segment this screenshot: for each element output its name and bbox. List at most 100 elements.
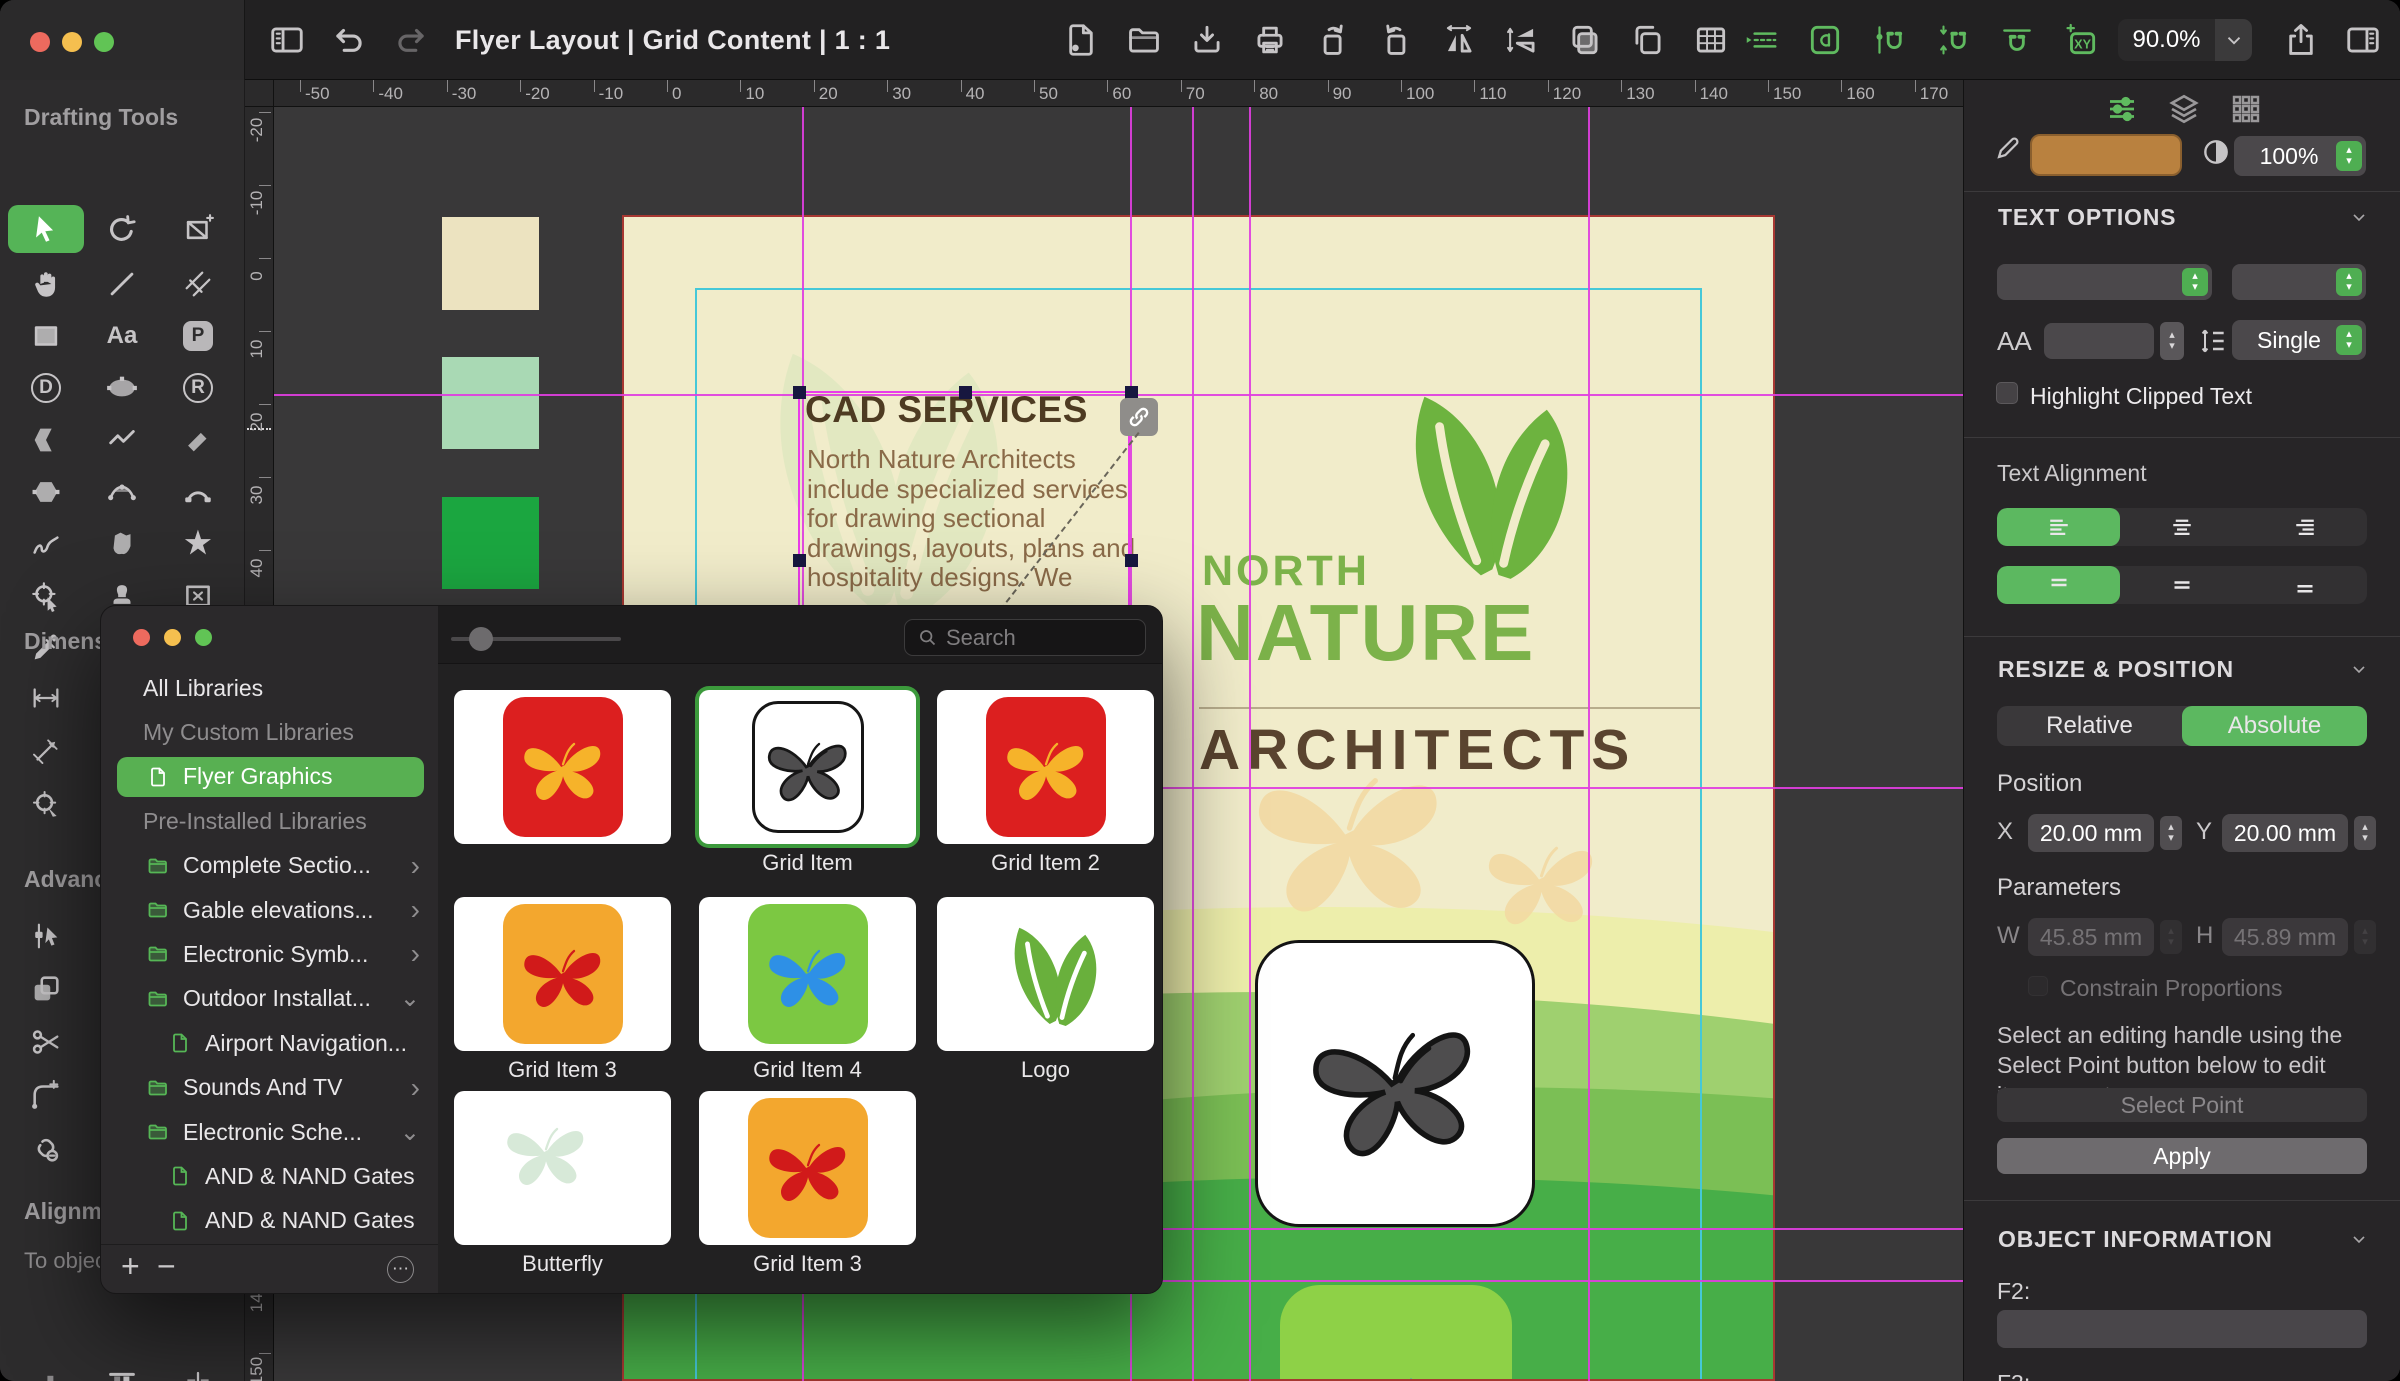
linear-dimension-tool[interactable] <box>22 680 70 716</box>
align-bottom-button[interactable] <box>8 1363 84 1381</box>
align-text-bottom-button[interactable] <box>2244 566 2367 604</box>
library-tile-unnamed[interactable] <box>454 690 671 844</box>
align-top-button[interactable] <box>84 1363 160 1381</box>
thumbnail-size-slider[interactable] <box>451 627 621 651</box>
bezier-tool[interactable] <box>84 470 160 513</box>
guide-vertical[interactable] <box>1192 107 1194 1381</box>
align-text-right-button[interactable] <box>2244 508 2367 546</box>
library-tile-grid-item[interactable] <box>699 690 916 844</box>
font-style-stepper[interactable]: ▴ ▾ <box>2336 268 2362 296</box>
circle-radius-tool[interactable]: R <box>160 366 236 409</box>
color-swatch-light-green[interactable] <box>442 357 539 449</box>
text-options-collapse-icon[interactable] <box>2349 207 2369 227</box>
text-tool[interactable]: Aa <box>84 314 160 357</box>
rotate-tool[interactable] <box>84 208 160 251</box>
library-zoom-button[interactable] <box>195 629 212 646</box>
line-spacing-dropdown[interactable]: Single ▴ ▾ <box>2232 320 2366 360</box>
redo-icon[interactable] <box>392 21 430 59</box>
font-size-stepper[interactable]: ▴ ▾ <box>2160 322 2184 360</box>
library-item-outdoor-installat-[interactable]: Outdoor Installat... ⌄ <box>101 979 438 1019</box>
contrast-icon[interactable] <box>2200 136 2232 168</box>
copy-icon[interactable] <box>1566 21 1604 59</box>
zoom-control[interactable]: 90.0% <box>2118 19 2252 61</box>
library-item-electronic-sche-[interactable]: Electronic Sche... ⌄ <box>101 1112 438 1152</box>
duplicate-icon[interactable] <box>1629 21 1667 59</box>
library-tile-butterfly[interactable] <box>454 1091 671 1245</box>
library-item-flyer-graphics[interactable]: Flyer Graphics <box>101 756 438 797</box>
rotate-right-icon[interactable] <box>1377 21 1415 59</box>
coordinates-icon[interactable]: XY <box>2062 21 2100 59</box>
pen-style-icon[interactable] <box>1994 132 2024 162</box>
boolean-combine-tool[interactable] <box>22 971 70 1007</box>
font-family-stepper[interactable]: ▴ ▾ <box>2182 268 2208 296</box>
library-close-button[interactable] <box>133 629 150 646</box>
font-family-dropdown[interactable]: ▴ ▾ <box>1997 264 2212 300</box>
fill-color-swatch[interactable] <box>2030 134 2182 176</box>
rotate-left-icon[interactable] <box>1314 21 1352 59</box>
zoom-level-value[interactable]: 90.0% <box>2118 19 2215 61</box>
selection-handle[interactable] <box>793 554 806 567</box>
open-folder-icon[interactable] <box>1125 21 1163 59</box>
blob-tool[interactable] <box>84 522 160 565</box>
apply-button[interactable]: Apply <box>1997 1138 2367 1174</box>
snap-vertical-icon[interactable] <box>1870 21 1908 59</box>
x-position-field[interactable]: 20.00 mm <box>2028 814 2154 852</box>
flip-vertical-icon[interactable] <box>1503 21 1541 59</box>
circle-diameter-tool[interactable]: D <box>8 366 84 409</box>
edit-points-tool[interactable] <box>22 918 70 954</box>
add-library-button[interactable]: + <box>121 1248 140 1285</box>
pan-tool[interactable] <box>8 262 84 305</box>
opacity-field[interactable]: 100% ▴ ▾ <box>2234 136 2366 176</box>
align-text-left-button[interactable] <box>1997 508 2121 546</box>
tab-properties-sliders-icon[interactable] <box>2104 91 2140 127</box>
font-style-dropdown[interactable]: ▴ ▾ <box>2232 264 2366 300</box>
line-tool[interactable] <box>84 262 160 305</box>
guides-icon[interactable] <box>1742 21 1780 59</box>
text-frame-icon[interactable] <box>1806 21 1844 59</box>
line-spacing-stepper[interactable]: ▴ ▾ <box>2336 325 2362 355</box>
select-point-button[interactable]: Select Point <box>1997 1088 2367 1122</box>
library-item-and-nand-gates[interactable]: AND & NAND Gates <box>101 1201 438 1241</box>
highlight-clipped-checkbox[interactable] <box>1996 382 2018 404</box>
library-minimize-button[interactable] <box>164 629 181 646</box>
select-tool[interactable] <box>8 205 84 253</box>
library-item-all-libraries[interactable]: All Libraries <box>101 668 438 708</box>
freehand-tool[interactable] <box>8 522 84 565</box>
selection-handle[interactable] <box>1125 554 1138 567</box>
library-item-electronic-symb-[interactable]: Electronic Symb... › <box>101 934 438 974</box>
snap-object-icon[interactable] <box>1998 21 2036 59</box>
disclosure-chevron-icon[interactable]: › <box>411 894 420 926</box>
library-tile-grid-item-3[interactable] <box>454 897 671 1051</box>
unlink-tool[interactable] <box>22 1130 70 1166</box>
selection-handle[interactable] <box>959 386 972 399</box>
insert-table-icon[interactable] <box>1692 21 1730 59</box>
guide-vertical[interactable] <box>1249 107 1251 1381</box>
search-input[interactable]: Search <box>904 619 1146 656</box>
library-tile-grid-item-3[interactable] <box>699 1091 916 1245</box>
y-position-field[interactable]: 20.00 mm <box>2222 814 2348 852</box>
split-tool[interactable] <box>22 1024 70 1060</box>
slider-knob[interactable] <box>469 627 493 651</box>
disclosure-chevron-icon[interactable]: ⌄ <box>400 984 420 1013</box>
library-panel[interactable]: All Libraries My Custom Libraries Flyer Gr… <box>100 605 1163 1294</box>
y-position-stepper[interactable]: ▴ ▾ <box>2354 816 2376 850</box>
disclosure-chevron-icon[interactable]: ⌄ <box>400 1118 420 1147</box>
relative-button[interactable]: Relative <box>1997 706 2182 746</box>
print-icon[interactable] <box>1251 21 1289 59</box>
disclosure-chevron-icon[interactable]: › <box>411 1072 420 1104</box>
absolute-button[interactable]: Absolute <box>2182 706 2367 746</box>
wall-tool[interactable] <box>160 418 236 461</box>
align-text-center-button[interactable] <box>2120 508 2243 546</box>
opacity-stepper[interactable]: ▴ ▾ <box>2336 141 2362 171</box>
disclosure-chevron-icon[interactable]: › <box>411 938 420 970</box>
library-tile-logo[interactable] <box>937 897 1154 1051</box>
library-item-sounds-and-tv[interactable]: Sounds And TV › <box>101 1068 438 1108</box>
object-information-collapse-icon[interactable] <box>2349 1229 2369 1249</box>
sidebar-toggle-icon[interactable] <box>268 21 306 59</box>
library-tile-grid-item-2[interactable] <box>937 690 1154 844</box>
library-tile-grid-item-4[interactable] <box>699 897 916 1051</box>
tab-layers-icon[interactable] <box>2166 91 2202 127</box>
zoom-window-button[interactable] <box>94 32 114 52</box>
flip-horizontal-icon[interactable] <box>1440 21 1478 59</box>
share-icon[interactable] <box>2282 21 2320 59</box>
